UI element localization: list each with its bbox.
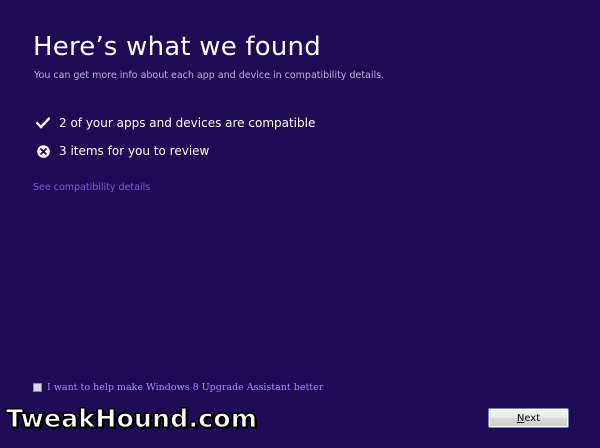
compatible-result: 2 of your apps and devices are compatibl… <box>36 115 315 131</box>
checkmark-icon <box>36 116 50 130</box>
review-result: 3 items for you to review <box>36 143 209 159</box>
next-button-label: Next <box>516 412 541 424</box>
page-title: Here’s what we found <box>33 32 321 62</box>
watermark-logo: TweakHound.com <box>5 404 258 434</box>
review-result-text: 3 items for you to review <box>59 144 210 158</box>
feedback-label[interactable]: I want to help make Windows 8 Upgrade As… <box>47 382 323 393</box>
compatible-result-text: 2 of your apps and devices are compatibl… <box>59 116 316 130</box>
compatibility-details-link[interactable]: See compatibility details <box>33 182 150 193</box>
next-button[interactable]: Next <box>488 408 569 428</box>
feedback-option[interactable]: I want to help make Windows 8 Upgrade As… <box>33 382 323 393</box>
page-subtitle: You can get more info about each app and… <box>34 70 385 81</box>
feedback-checkbox[interactable] <box>33 383 42 392</box>
x-circle-icon <box>36 144 50 158</box>
upgrade-assistant-page: Here’s what we found You can get more in… <box>0 0 600 448</box>
